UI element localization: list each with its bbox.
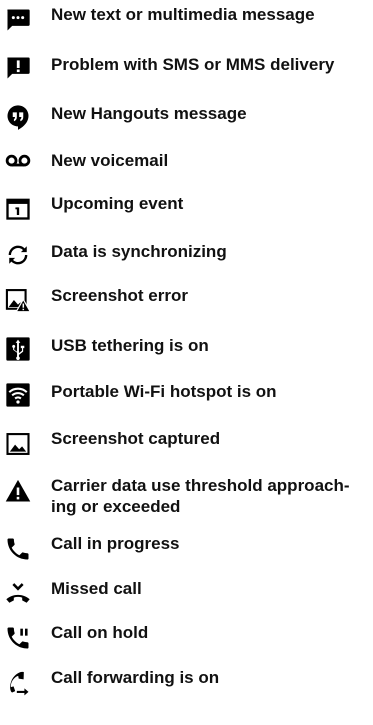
legend-label: Carrier data use threshold approach-ing …	[51, 476, 350, 516]
legend-label: Portable Wi-Fi hotspot is on	[51, 382, 277, 401]
sync-icon	[4, 241, 32, 269]
call-icon	[4, 535, 32, 563]
screenshot-error-icon	[4, 286, 32, 314]
wifi-hotspot-icon	[4, 381, 32, 409]
legend-label: Problem with SMS or MMS delivery	[51, 55, 335, 74]
calendar-icon	[4, 194, 32, 222]
legend-label: Screenshot error	[51, 286, 188, 305]
legend-label: Screenshot captured	[51, 429, 221, 448]
usb-icon	[4, 335, 32, 363]
screenshot-icon	[4, 430, 32, 458]
legend-label: Upcoming event	[51, 194, 184, 213]
message-alert-icon	[4, 54, 32, 82]
legend-label: New voicemail	[51, 151, 169, 170]
notification-icon-legend: New text or multimedia message Problem w…	[0, 0, 373, 725]
legend-label: New text or multimedia message	[51, 5, 315, 24]
legend-label: USB tethering is on	[51, 336, 209, 355]
call-forward-icon	[4, 668, 32, 696]
hangouts-icon	[4, 103, 32, 131]
legend-label: Missed call	[51, 579, 142, 598]
legend-label: Data is synchronizing	[51, 242, 227, 261]
call-hold-icon	[4, 624, 32, 652]
message-icon	[4, 6, 32, 34]
missed-call-icon	[4, 580, 32, 608]
legend-label: New Hangouts message	[51, 104, 247, 123]
warning-icon	[4, 477, 32, 505]
legend-label: Call on hold	[51, 623, 149, 642]
voicemail-icon	[4, 146, 32, 174]
legend-label: Call in progress	[51, 534, 180, 553]
legend-label: Call forwarding is on	[51, 668, 220, 687]
